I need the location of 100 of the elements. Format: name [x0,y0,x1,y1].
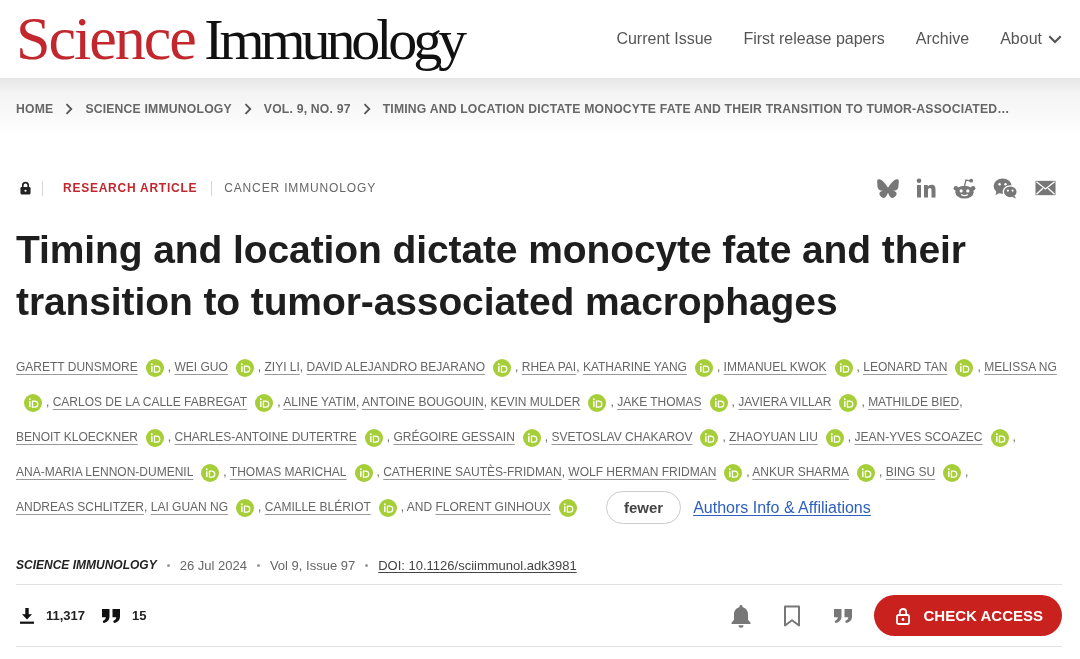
id-badge-icon[interactable] [700,428,719,447]
id-badge-icon[interactable] [724,463,743,482]
author-separator: , [223,465,227,479]
author-link[interactable]: ANA-MARIA LENNON-DUMENIL [16,465,194,479]
download-icon [20,607,34,624]
author-link[interactable]: JAKE THOMAS [617,395,702,409]
author-link[interactable]: JEAN-YVES SCOAZEC [854,430,983,444]
author-separator: , [515,360,519,374]
id-badge-icon[interactable] [839,393,858,412]
bell-icon[interactable] [729,603,752,628]
id-badge-icon[interactable] [354,463,373,482]
author-separator: , [167,360,172,374]
check-access-button[interactable]: CHECK ACCESS [873,595,1062,637]
author-link[interactable]: ZIYI LI [264,360,300,374]
id-badge-icon[interactable] [709,393,728,412]
id-badge-icon[interactable] [493,358,512,377]
id-badge-icon[interactable] [255,393,274,412]
id-badge-icon[interactable] [955,358,974,377]
author-link[interactable]: CATHERINE SAUTÈS-FRIDMAN [383,465,562,479]
author-separator: , [400,500,405,514]
chevron-right-icon [243,103,252,115]
author-separator: , [847,430,852,444]
author-link[interactable]: JAVIERA VILLAR [738,395,832,409]
author-link[interactable]: SVETOSLAV CHAKAROV [551,430,693,444]
nav-link[interactable]: Archive [915,30,970,48]
id-badge-icon[interactable] [990,428,1009,447]
article-title: Timing and location dictate monocyte fate and their transition to tumor-associated macrophages [16,227,967,325]
author-link[interactable]: WOLF HERMAN FRIDMAN [568,465,717,479]
author-link[interactable]: GARETT DUNSMORE [16,360,138,374]
author-link[interactable]: ALINE YATIM [283,395,356,409]
breadcrumb-link[interactable]: TIMING AND LOCATION DICTATE MONOCYTE FATE AND THEIR TRANSITION TO TUMOR-ASSOCIATED… [382,102,1010,116]
author-link[interactable]: RHEA PAI [521,360,577,374]
publication-date: 26 Jul 2024 [179,557,247,573]
author-separator: , [716,360,721,374]
id-badge-icon[interactable] [588,393,607,412]
author-link[interactable]: ANDREAS SCHLITZER [16,500,145,514]
download-count: 11,317 [46,608,86,624]
breadcrumb-link[interactable]: SCIENCE IMMUNOLOGY [85,102,232,116]
author-link[interactable]: BENOIT KLOECKNER [16,430,138,444]
author-link[interactable]: ZHAOYUAN LIU [729,430,818,444]
fewer-button[interactable]: fewer [605,491,682,525]
id-badge-icon[interactable] [857,463,876,482]
author-link[interactable]: CARLOS DE LA CALLE FABREGAT [52,395,248,409]
author-link[interactable]: BING SU [885,465,936,479]
author-link[interactable]: MELISSA NG [984,360,1057,374]
affiliations-link[interactable]: Authors Info & Affiliations [693,499,871,517]
id-badge-icon[interactable] [558,498,577,517]
author-link[interactable]: ANKUR SHARMA [752,465,850,479]
id-badge-icon[interactable] [825,428,844,447]
breadcrumb-link[interactable]: HOME [16,102,54,116]
author-link[interactable]: KATHARINE YANG [582,360,687,374]
author-link[interactable]: ANTOINE BOUGOUIN [361,395,484,409]
author-separator: , [576,360,580,374]
nav-link[interactable]: About [1000,30,1062,48]
chevron-right-icon [65,103,74,115]
chat-bubbles-icon[interactable] [993,177,1018,199]
nav-link[interactable]: First release papers [743,30,885,48]
id-badge-icon[interactable] [378,498,397,517]
reddit-icon[interactable] [953,177,976,199]
id-badge-icon[interactable] [235,358,254,377]
id-badge-icon[interactable] [145,358,164,377]
butterfly-icon[interactable] [877,178,899,198]
author-link[interactable]: FLORENT GINHOUX [435,500,551,514]
id-badge-icon[interactable] [24,393,42,412]
author-separator: , [144,500,148,514]
breadcrumb-link[interactable]: VOL. 9, NO. 97 [263,102,351,116]
id-badge-icon[interactable] [522,428,541,447]
id-badge-icon[interactable] [834,358,853,377]
author-link[interactable]: LEONARD TAN [863,360,948,374]
article-type-label: RESEARCH ARTICLE [63,181,198,195]
id-badge-icon[interactable] [364,428,383,447]
author-link[interactable]: CHARLES-ANTOINE DUTERTRE [174,430,357,444]
author-separator: , [610,395,614,409]
author-link[interactable]: GRÉGOIRE GESSAIN [393,430,515,444]
author-separator: , [277,395,281,409]
id-badge-icon[interactable] [694,358,713,377]
author-separator: , [746,465,750,479]
author-link[interactable]: CAMILLE BLÉRIOT [264,500,371,514]
author-separator: , [544,430,549,444]
nav-link[interactable]: Current Issue [616,30,713,48]
author-link[interactable]: LAI GUAN NG [150,500,229,514]
site-logo[interactable]: ScienceImmunology [16,7,463,69]
author-link[interactable]: KEVIN MULDER [490,395,581,409]
id-badge-icon[interactable] [145,428,164,447]
journal-name: SCIENCE IMMUNOLOGY [16,558,157,573]
subject-label: CANCER IMMUNOLOGY [224,181,377,195]
author-link[interactable]: WEI GUO [174,360,228,374]
quote-icon[interactable] [833,608,852,623]
id-badge-icon[interactable] [236,498,255,517]
id-badge-icon[interactable] [943,463,962,482]
author-link[interactable]: DAVID ALEJANDRO BEJARANO [306,360,486,374]
author-link[interactable]: IMMANUEL KWOK [723,360,827,374]
author-separator: , [46,395,50,409]
bookmark-icon[interactable] [782,604,801,627]
author-separator: , [376,465,380,479]
doi-link[interactable]: DOI: 10.1126/sciimmunol.adk3981 [378,557,577,573]
author-link[interactable]: THOMAS MARICHAL [229,465,347,479]
envelope-icon[interactable] [1035,180,1056,196]
linkedin-icon[interactable] [916,178,936,198]
id-badge-icon[interactable] [201,463,220,482]
